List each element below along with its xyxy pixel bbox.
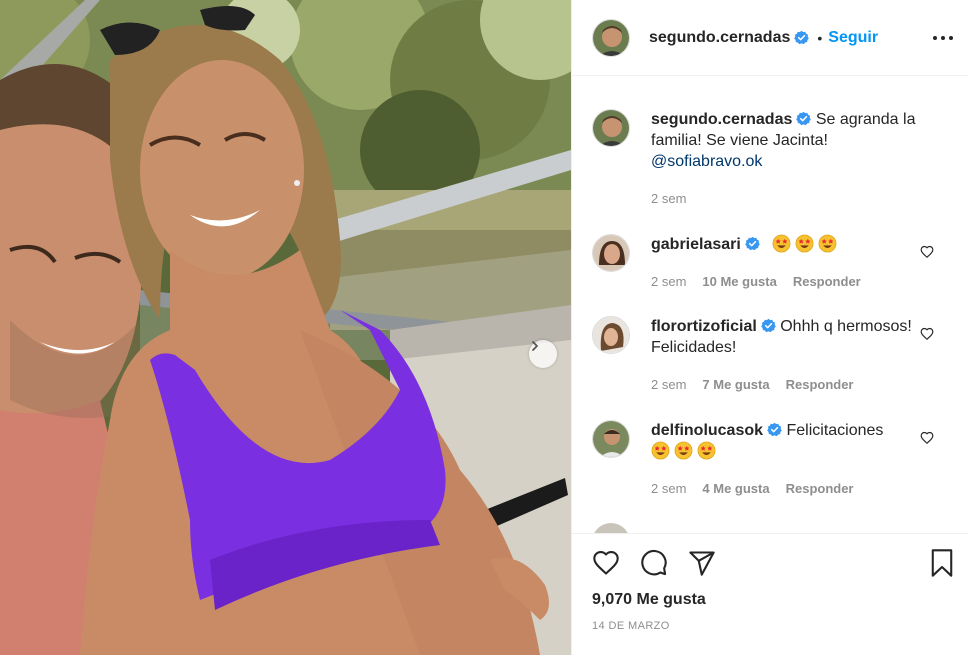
comment-username[interactable]: delfinolucasok bbox=[651, 422, 763, 439]
verified-badge-icon bbox=[745, 236, 760, 251]
comment-heart-icon[interactable] bbox=[920, 245, 934, 259]
chevron-right-icon bbox=[532, 341, 538, 351]
post-actions: 9,070 Me gusta 14 DE MARZO bbox=[572, 533, 968, 655]
caption-mention[interactable]: @sofiabravo.ok bbox=[651, 153, 762, 170]
star-struck-emoji bbox=[697, 441, 716, 460]
commenter-avatar[interactable] bbox=[592, 420, 630, 458]
comment-emojis bbox=[651, 441, 720, 460]
comment-time: 2 sem bbox=[651, 481, 687, 496]
star-struck-emoji bbox=[795, 234, 814, 253]
star-struck-emoji bbox=[651, 441, 670, 460]
comment-time: 2 sem bbox=[651, 377, 687, 392]
commenter-avatar[interactable] bbox=[592, 523, 630, 533]
comment-emojis bbox=[772, 234, 841, 253]
share-icon[interactable] bbox=[688, 549, 716, 577]
post-date[interactable]: 14 DE MARZO bbox=[592, 620, 670, 632]
bookmark-icon[interactable] bbox=[928, 548, 956, 578]
author-avatar[interactable] bbox=[592, 109, 630, 147]
comment-likes[interactable]: 7 Me gusta bbox=[702, 377, 769, 392]
comment-icon[interactable] bbox=[640, 549, 668, 577]
commenter-avatar[interactable] bbox=[592, 316, 630, 354]
reply-button[interactable]: Responder bbox=[786, 481, 854, 496]
post-side-panel: segundo.cernadas • Seguir segundo.cernad… bbox=[571, 0, 968, 655]
verified-badge-icon bbox=[760, 318, 776, 333]
follow-button[interactable]: Seguir bbox=[828, 29, 878, 47]
more-options-icon[interactable] bbox=[933, 28, 953, 48]
comment-likes[interactable]: 10 Me gusta bbox=[702, 274, 776, 289]
verified-badge-icon bbox=[794, 30, 810, 45]
comment-meta: 2 sem 4 Me gusta Responder bbox=[651, 481, 854, 496]
comment-meta: 2 sem 10 Me gusta Responder bbox=[651, 274, 861, 289]
verified-badge-icon bbox=[796, 111, 812, 126]
comment-heart-icon[interactable] bbox=[920, 327, 934, 341]
verified-badge-icon bbox=[767, 422, 782, 437]
heart-icon[interactable] bbox=[592, 549, 620, 577]
comment-username[interactable]: gabrielasari bbox=[651, 236, 741, 253]
comment-likes[interactable]: 4 Me gusta bbox=[702, 481, 769, 496]
comment-text: Felicitaciones bbox=[786, 422, 884, 439]
separator-dot: • bbox=[817, 29, 823, 46]
reply-button[interactable]: Responder bbox=[786, 377, 854, 392]
post-header: segundo.cernadas • Seguir bbox=[572, 0, 968, 76]
comment-username[interactable]: florortizoficial bbox=[651, 318, 757, 335]
comment-heart-icon[interactable] bbox=[920, 431, 934, 445]
comments-list[interactable]: segundo.cernadas Se agranda la familia! … bbox=[572, 77, 968, 533]
comment-time: 2 sem bbox=[651, 274, 687, 289]
like-count[interactable]: 9,070 Me gusta bbox=[592, 591, 706, 609]
author-avatar[interactable] bbox=[592, 18, 630, 57]
reply-button[interactable]: Responder bbox=[793, 274, 861, 289]
commenter-avatar[interactable] bbox=[592, 234, 630, 272]
photo-image bbox=[0, 0, 571, 655]
star-struck-emoji bbox=[674, 441, 693, 460]
star-struck-emoji bbox=[772, 234, 791, 253]
post-photo[interactable] bbox=[0, 0, 571, 655]
caption-username[interactable]: segundo.cernadas bbox=[651, 111, 792, 128]
author-username[interactable]: segundo.cernadas bbox=[649, 29, 790, 47]
comment-meta: 2 sem 7 Me gusta Responder bbox=[651, 377, 854, 392]
carousel-next-button[interactable] bbox=[529, 340, 557, 368]
star-struck-emoji bbox=[818, 234, 837, 253]
caption-time: 2 sem bbox=[651, 191, 687, 206]
